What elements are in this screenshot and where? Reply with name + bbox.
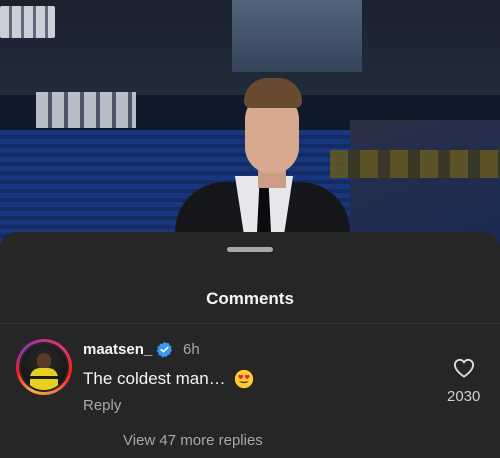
sheet-title: Comments [206,289,294,308]
like-count: 2030 [447,388,481,405]
divider [0,323,500,324]
reply-button[interactable]: Reply [83,397,121,414]
heart-eyes-emoji-icon [234,369,253,389]
comments-sheet: Comments [0,232,500,458]
like-heart-icon[interactable] [453,358,475,378]
person-in-suit [175,72,350,250]
stadium-stands [350,120,500,250]
avatar-image [21,344,67,390]
comment-username[interactable]: maatsen_ [83,341,152,358]
comment-body: The coldest man… [83,369,254,389]
post-image [0,0,500,250]
stadium-lights [36,92,136,128]
stadium-window [232,0,362,72]
stadium-lights [0,6,55,38]
comment-timestamp: 6h [183,341,200,358]
stadium-advert [330,150,500,178]
drag-handle[interactable] [227,247,273,252]
avatar[interactable] [16,339,72,395]
comment-text: The coldest man… [83,369,226,388]
hair [244,78,302,108]
view-replies-button[interactable]: View 47 more replies [123,432,263,449]
verified-badge-icon [156,341,173,358]
